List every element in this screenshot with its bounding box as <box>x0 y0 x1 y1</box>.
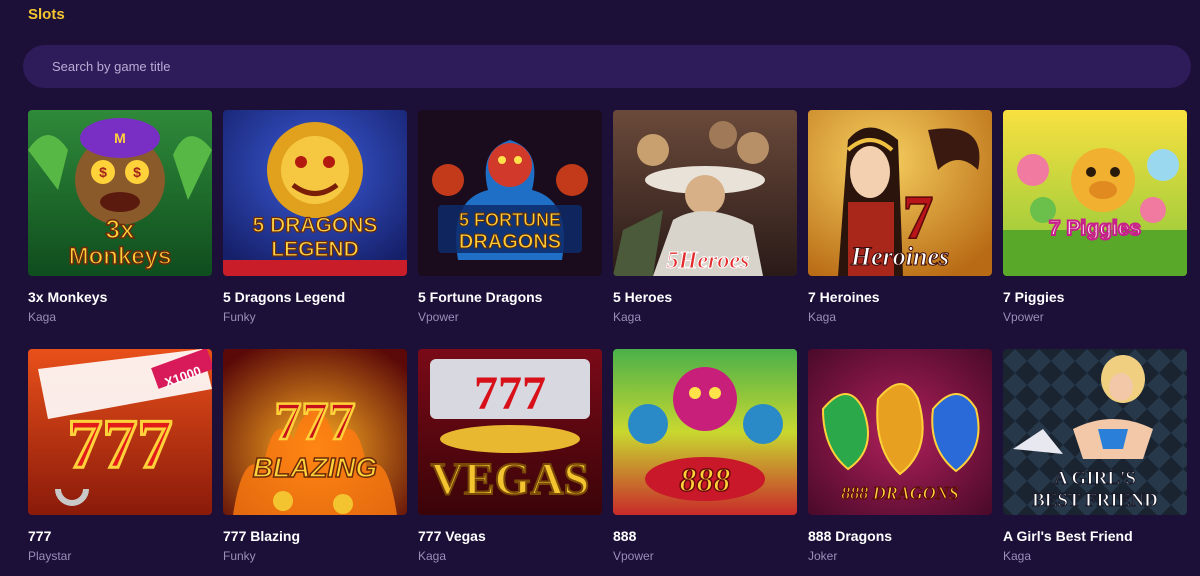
game-art-text: 7 Piggies <box>1049 217 1141 240</box>
game-provider: Joker <box>808 549 838 563</box>
woman-art-icon: A GIRL'S BEST FRIEND <box>1003 349 1187 515</box>
game-thumbnail[interactable]: 777 VEGAS <box>418 349 602 515</box>
game-art-text: 5Heroes <box>667 248 750 274</box>
monkey-art-icon: M $ $ 3x Monkeys <box>28 110 212 276</box>
game-provider: Kaga <box>1003 549 1032 563</box>
game-title[interactable]: 5 Heroes <box>613 289 797 305</box>
game-thumbnail[interactable]: 7 Piggies <box>1003 110 1187 276</box>
game-art-text: 888 DRAGONS <box>841 483 959 503</box>
game-card[interactable]: 7 Piggies 7 Piggies Vpower <box>1003 110 1187 349</box>
heroine-art-icon: 7 Heroines <box>808 110 992 276</box>
game-art-text: Monkeys <box>69 243 172 270</box>
pig-art-icon: 7 Piggies <box>1003 110 1187 276</box>
game-title[interactable]: 3x Monkeys <box>28 289 212 305</box>
sevens-art-icon: 777 VEGAS <box>418 349 602 515</box>
search-input[interactable] <box>23 45 1191 88</box>
game-thumbnail[interactable]: 777 BLAZING <box>223 349 407 515</box>
game-provider: Vpower <box>1003 310 1044 324</box>
game-title[interactable]: 7 Piggies <box>1003 289 1187 305</box>
section-title: Slots <box>28 6 65 23</box>
game-provider: Kaga <box>418 549 447 563</box>
game-card[interactable]: 777 BLAZING 777 Blazing Funky <box>223 349 407 576</box>
game-provider: Kaga <box>613 310 642 324</box>
game-thumbnail[interactable]: A GIRL'S BEST FRIEND <box>1003 349 1187 515</box>
game-card[interactable]: 5 FORTUNE DRAGONS 5 Fortune Dragons Vpow… <box>418 110 602 349</box>
game-thumbnail[interactable]: 888 <box>613 349 797 515</box>
game-card[interactable]: X1000 777 777 Playstar <box>28 349 212 576</box>
game-thumbnail[interactable]: 888 DRAGONS <box>808 349 992 515</box>
dragon-art-icon: 888 <box>613 349 797 515</box>
game-card[interactable]: M $ $ 3x Monkeys 3x Monkeys Kaga <box>28 110 212 349</box>
game-art-text: 777 <box>474 367 546 420</box>
game-card[interactable]: 888 888 Vpower <box>613 349 797 576</box>
game-card[interactable]: A GIRL'S BEST FRIEND A Girl's Best Frien… <box>1003 349 1187 576</box>
game-card[interactable]: 5Heroes 5 Heroes Kaga <box>613 110 797 349</box>
game-thumbnail[interactable]: 5 FORTUNE DRAGONS <box>418 110 602 276</box>
sevens-art-icon: X1000 777 <box>28 349 212 515</box>
game-art-text: Heroines <box>850 242 949 271</box>
svg-text:$: $ <box>99 164 107 180</box>
game-card[interactable]: 888 DRAGONS 888 Dragons Joker <box>808 349 992 576</box>
game-art-text: BLAZING <box>253 452 377 483</box>
game-provider: Funky <box>223 549 256 563</box>
game-provider: Kaga <box>808 310 837 324</box>
game-title[interactable]: 7 Heroines <box>808 289 992 305</box>
game-art-text: 3x <box>106 214 135 244</box>
dragon-art-icon: 5 FORTUNE DRAGONS <box>418 110 602 276</box>
game-title[interactable]: 777 Vegas <box>418 528 602 544</box>
game-title[interactable]: 5 Fortune Dragons <box>418 289 602 305</box>
game-art-text: A GIRL'S <box>1054 468 1136 489</box>
game-art-text: DRAGONS <box>459 231 561 253</box>
game-thumbnail[interactable]: 5Heroes <box>613 110 797 276</box>
game-art-text: 777 <box>68 406 173 483</box>
warrior-art-icon: 5Heroes <box>613 110 797 276</box>
game-provider: Funky <box>223 310 256 324</box>
game-art-text: 777 <box>275 391 356 451</box>
game-thumbnail[interactable]: X1000 777 <box>28 349 212 515</box>
game-title[interactable]: 777 Blazing <box>223 528 407 544</box>
svg-text:M: M <box>114 130 126 146</box>
game-thumbnail[interactable]: 7 Heroines <box>808 110 992 276</box>
game-provider: Vpower <box>418 310 459 324</box>
game-thumbnail[interactable]: M $ $ 3x Monkeys <box>28 110 212 276</box>
game-card[interactable]: 777 VEGAS 777 Vegas Kaga <box>418 349 602 576</box>
game-title[interactable]: 777 <box>28 528 212 544</box>
game-thumbnail[interactable]: 5 DRAGONS LEGEND <box>223 110 407 276</box>
game-art-text: LEGEND <box>271 238 359 261</box>
game-provider: Vpower <box>613 549 654 563</box>
game-grid: M $ $ 3x Monkeys 3x Monkeys Kaga 5 DRAGO… <box>28 110 1187 576</box>
game-art-text: 888 <box>680 462 731 499</box>
game-title[interactable]: 888 Dragons <box>808 528 992 544</box>
game-card[interactable]: 7 Heroines 7 Heroines Kaga <box>808 110 992 349</box>
dragon-art-icon: 5 DRAGONS LEGEND <box>223 110 407 276</box>
game-provider: Playstar <box>28 549 72 563</box>
sevens-art-icon: 777 BLAZING <box>223 349 407 515</box>
game-provider: Kaga <box>28 310 57 324</box>
game-art-text: VEGAS <box>431 453 589 504</box>
game-title[interactable]: A Girl's Best Friend <box>1003 528 1187 544</box>
game-art-text: 5 FORTUNE <box>459 210 561 230</box>
svg-text:$: $ <box>133 164 141 180</box>
game-title[interactable]: 888 <box>613 528 797 544</box>
game-title[interactable]: 5 Dragons Legend <box>223 289 407 305</box>
game-card[interactable]: 5 DRAGONS LEGEND 5 Dragons Legend Funky <box>223 110 407 349</box>
game-art-text: 5 DRAGONS <box>253 214 378 237</box>
game-art-text: BEST FRIEND <box>1032 490 1158 511</box>
dragon-art-icon: 888 DRAGONS <box>808 349 992 515</box>
